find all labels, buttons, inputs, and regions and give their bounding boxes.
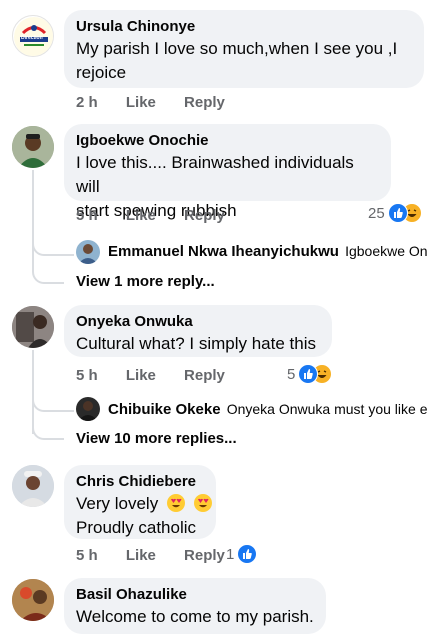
- comment-text: Very lovely: [76, 494, 159, 513]
- comment-text-line: Very lovely: [76, 492, 212, 516]
- comment-author[interactable]: Onyeka Onwuka: [76, 312, 320, 332]
- reaction-count: 25: [368, 204, 385, 222]
- comment-bubble: Basil Ohazulike Welcome to come to my pa…: [64, 578, 326, 634]
- comment-bubble: Igboekwe Onochie I love this.... Brainwa…: [64, 124, 391, 220]
- like-reaction-icon: [298, 364, 319, 384]
- thread-connector: [32, 240, 74, 256]
- reaction-summary[interactable]: 25: [368, 203, 422, 223]
- thread-connector: [32, 396, 74, 412]
- comment-actions: 5 h Like Reply: [76, 547, 249, 564]
- like-button[interactable]: Like: [126, 547, 156, 564]
- reply-author[interactable]: Emmanuel Nkwa Iheanyichukwu: [108, 243, 339, 260]
- thread-connector: [32, 268, 64, 284]
- comment-time: 5 h: [76, 367, 98, 384]
- comment-text-line: rejoice: [76, 63, 127, 82]
- comment-text-line: Cultural what? I simply hate this: [76, 334, 316, 353]
- comment-text-line: Welcome to come to my parish.: [76, 607, 314, 626]
- reply-button[interactable]: Reply: [184, 207, 225, 224]
- like-reaction-icon: [387, 203, 408, 223]
- person-photo-icon: [12, 465, 54, 507]
- thread-line: [32, 170, 34, 270]
- person-photo-icon: [12, 306, 54, 348]
- comment-author[interactable]: Igboekwe Onochie: [76, 131, 379, 151]
- thread-connector: [32, 424, 64, 440]
- comment-time: 5 h: [76, 547, 98, 564]
- like-button[interactable]: Like: [126, 207, 156, 224]
- comment-author[interactable]: Chris Chidiebere: [76, 472, 204, 492]
- view-more-replies-link[interactable]: View 1 more reply...: [76, 273, 215, 290]
- comment-bubble: Ursula Chinonye My parish I love so much…: [64, 10, 424, 88]
- thread-line: [32, 350, 34, 434]
- avatar[interactable]: [12, 579, 54, 621]
- heart-eyes-emoji-icon: [193, 494, 212, 512]
- comment-text-line: I love this.... Brainwashed individuals …: [76, 153, 354, 196]
- like-button[interactable]: Like: [126, 94, 156, 111]
- avatar[interactable]: [12, 126, 54, 168]
- comment-time: 5 h: [76, 207, 98, 224]
- person-photo-icon: [12, 579, 54, 621]
- reply-button[interactable]: Reply: [184, 94, 225, 111]
- avatar[interactable]: [12, 306, 54, 348]
- avatar[interactable]: [12, 465, 54, 507]
- reply-snippet: Igboekwe On...: [345, 243, 428, 259]
- comment-actions: 2 h Like Reply: [76, 94, 249, 111]
- comment-bubble: Chris Chidiebere Very lovely Proudly cat…: [64, 465, 216, 539]
- person-photo-icon: [12, 126, 54, 168]
- like-button[interactable]: Like: [126, 367, 156, 384]
- reply-button[interactable]: Reply: [184, 367, 225, 384]
- reply-button[interactable]: Reply: [184, 547, 225, 564]
- reply-preview[interactable]: Chibuike Okeke Onyeka Onwuka must you li…: [108, 401, 428, 418]
- comment-author[interactable]: Ursula Chinonye: [76, 17, 412, 37]
- reaction-summary[interactable]: 1: [226, 544, 258, 564]
- reply-snippet: Onyeka Onwuka must you like e...: [226, 401, 428, 417]
- heart-eyes-emoji-icon: [166, 494, 185, 512]
- view-more-replies-link[interactable]: View 10 more replies...: [76, 430, 237, 447]
- reply-author[interactable]: Chibuike Okeke: [108, 401, 221, 418]
- reply-avatar[interactable]: [76, 240, 100, 264]
- reply-preview[interactable]: Emmanuel Nkwa Iheanyichukwu Igboekwe On.…: [108, 243, 428, 260]
- reaction-count: 5: [287, 365, 296, 383]
- comment-actions: 5 h Like Reply: [76, 367, 249, 384]
- comment-time: 2 h: [76, 94, 98, 111]
- avatar-logo-text: Direction: [21, 35, 43, 41]
- reaction-count: 1: [226, 545, 235, 563]
- comment-author[interactable]: Basil Ohazulike: [76, 585, 314, 605]
- comment-actions: 5 h Like Reply: [76, 207, 249, 224]
- like-reaction-icon: [237, 544, 258, 564]
- reaction-summary[interactable]: 5: [287, 364, 333, 384]
- comment-text-line: My parish I love so much,when I see you …: [76, 39, 398, 58]
- comment-text-line: Proudly catholic: [76, 518, 197, 537]
- comment-bubble: Onyeka Onwuka Cultural what? I simply ha…: [64, 305, 332, 357]
- reply-avatar[interactable]: [76, 397, 100, 421]
